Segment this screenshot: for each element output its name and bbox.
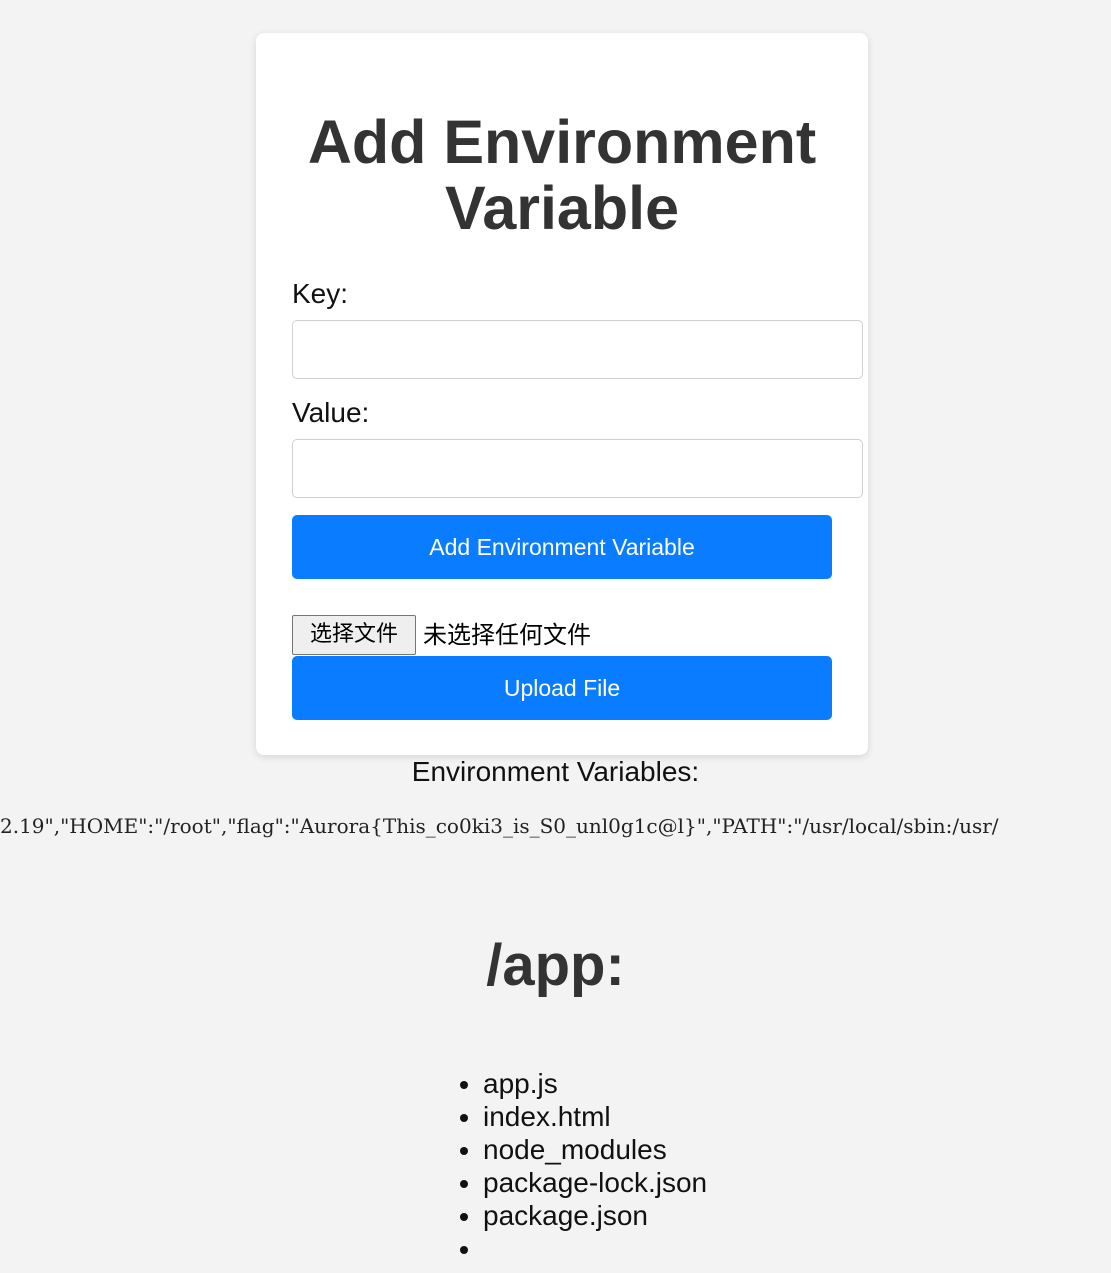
file-status-text: 未选择任何文件: [423, 621, 591, 649]
env-variables-heading: Environment Variables:: [411, 756, 700, 787]
list-item: index.html: [483, 1100, 707, 1133]
value-label: Value:: [292, 397, 370, 428]
directory-title: /app:: [486, 933, 625, 998]
key-input[interactable]: [292, 320, 863, 379]
add-env-variable-button[interactable]: Add Environment Variable: [292, 515, 832, 579]
env-form-card: Add Environment Variable Key: Value: Add…: [256, 33, 868, 755]
list-item: [483, 1232, 707, 1265]
list-item: app.js: [483, 1067, 707, 1100]
key-label: Key:: [292, 278, 349, 309]
form-title: Add Environment Variable: [307, 108, 817, 242]
upload-file-button[interactable]: Upload File: [292, 656, 832, 720]
list-item: node_modules: [483, 1133, 707, 1166]
file-list: app.js index.html node_modules package-l…: [483, 1067, 707, 1265]
env-variables-dump: 2.19","HOME":"/root","flag":"Aurora{This…: [0, 814, 999, 838]
list-item: package.json: [483, 1199, 707, 1232]
choose-file-button[interactable]: 选择文件: [292, 615, 416, 655]
value-input[interactable]: [292, 439, 863, 498]
list-item: package-lock.json: [483, 1166, 707, 1199]
